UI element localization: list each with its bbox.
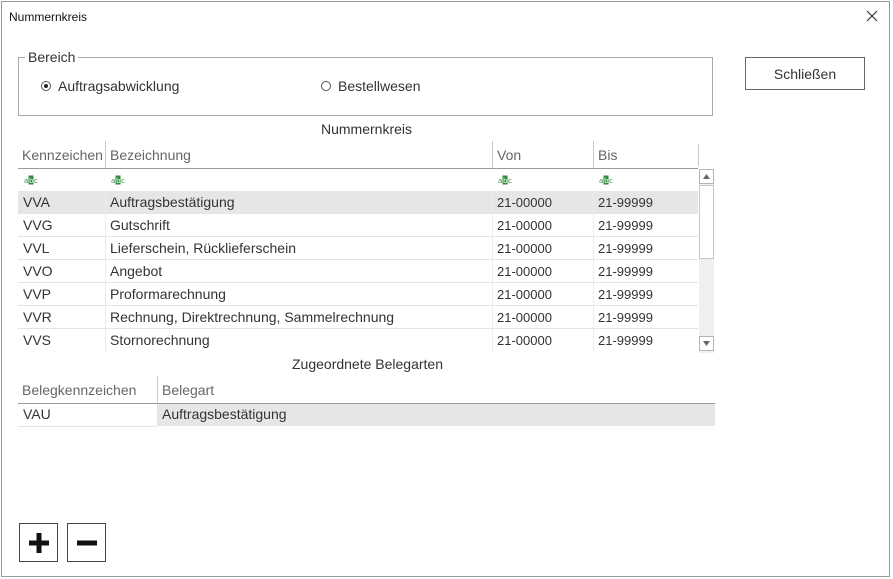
cell-bis: 21-99999 [598,287,653,302]
table-row[interactable]: VVG Gutschrift 21-00000 21-99999 [18,214,698,237]
svg-text:a: a [111,177,115,185]
svg-text:c: c [508,177,512,185]
radio-auftragsabwicklung[interactable]: Auftragsabwicklung [41,78,179,94]
column-header-belegkennzeichen[interactable]: Belegkennzeichen [18,376,157,403]
add-button[interactable] [19,523,58,562]
cell-von: 21-00000 [497,195,552,210]
radio-label-bestellwesen: Bestellwesen [338,78,421,94]
cell-bis: 21-99999 [598,218,653,233]
radio-label-auftragsabwicklung: Auftragsabwicklung [58,78,180,94]
vertical-scrollbar[interactable] [699,169,714,353]
column-header-belegart[interactable]: Belegart [157,376,715,403]
cell-von: 21-00000 [497,310,552,325]
header-end-divider [698,144,699,166]
column-header-bezeichnung[interactable]: Bezeichnung [105,141,492,168]
svg-text:c: c [34,177,38,185]
plus-icon [28,532,49,553]
cell-bis: 21-99999 [598,310,653,325]
abc-filter-icon[interactable]: abc [24,175,38,185]
cell-von: 21-00000 [497,241,552,256]
cell-bis: 21-99999 [598,195,653,210]
window-title: Nummernkreis [9,10,88,24]
table-row[interactable]: VVP Proformarechnung 21-00000 21-99999 [18,283,698,306]
cell-bezeichnung: Rechnung, Direktrechnung, Sammelrechnung [110,309,395,325]
scroll-down-icon[interactable] [699,336,714,351]
cell-kennzeichen: VVA [23,194,50,210]
table-row[interactable]: VVL Lieferschein, Rücklieferschein 21-00… [18,237,698,260]
cell-kennzeichen: VVR [23,309,52,325]
belegarten-title: Zugeordnete Belegarten [292,356,443,372]
cell-kennzeichen: VVP [23,286,52,302]
scrollbar-thumb[interactable] [699,185,714,259]
svg-text:c: c [609,177,613,185]
remove-button[interactable] [67,523,106,562]
cell-bezeichnung: Lieferschein, Rücklieferschein [110,240,296,256]
cell-von: 21-00000 [497,287,552,302]
cell-kennzeichen: VVO [23,263,53,279]
table-row[interactable]: VAU Auftragsbestätigung [18,404,715,428]
table-row[interactable]: VVR Rechnung, Direktrechnung, Sammelrech… [18,306,698,329]
cell-belegart: Auftragsbestätigung [162,406,287,422]
cell-von: 21-00000 [497,218,552,233]
cell-von: 21-00000 [497,333,552,348]
radio-unchecked-icon [321,81,331,91]
cell-bezeichnung: Angebot [110,263,163,279]
column-header-bis[interactable]: Bis [593,141,698,168]
cell-bis: 21-99999 [598,241,653,256]
abc-filter-icon[interactable]: abc [111,175,125,185]
cell-von: 21-00000 [497,264,552,279]
cell-kennzeichen: VVL [23,240,50,256]
abc-filter-icon[interactable]: abc [599,175,613,185]
nummernkreis-title: Nummernkreis [321,121,413,137]
column-header-kennzeichen[interactable]: Kennzeichen [18,141,105,168]
svg-text:c: c [121,177,125,185]
table-row[interactable]: VVO Angebot 21-00000 21-99999 [18,260,698,283]
cell-kennzeichen: VVS [23,332,52,348]
cell-bezeichnung: Stornorechnung [110,332,210,348]
cell-bezeichnung: Proformarechnung [110,286,226,302]
schliessen-button[interactable]: Schließen [745,57,865,90]
radio-checked-icon [41,81,51,91]
svg-text:a: a [599,177,603,185]
filter-row: abc abc abc abc [18,169,698,191]
svg-text:a: a [498,177,502,185]
cell-bis: 21-99999 [598,333,653,348]
svg-text:a: a [24,177,28,185]
abc-filter-icon[interactable]: abc [498,175,512,185]
cell-belegkennzeichen: VAU [23,406,51,422]
cell-bis: 21-99999 [598,264,653,279]
bereich-legend: Bereich [25,49,79,65]
cell-bezeichnung: Gutschrift [110,217,170,233]
minus-icon [76,540,97,545]
table-row[interactable]: VVA Auftragsbestätigung 21-00000 21-9999… [18,191,698,214]
cell-kennzeichen: VVG [23,217,53,233]
radio-bestellwesen[interactable]: Bestellwesen [321,78,421,94]
close-icon[interactable] [859,5,885,27]
scroll-up-icon[interactable] [699,169,714,184]
cell-bezeichnung: Auftragsbestätigung [110,194,235,210]
column-header-von[interactable]: Von [492,141,593,168]
table-row[interactable]: VVS Stornorechnung 21-00000 21-99999 [18,329,698,352]
